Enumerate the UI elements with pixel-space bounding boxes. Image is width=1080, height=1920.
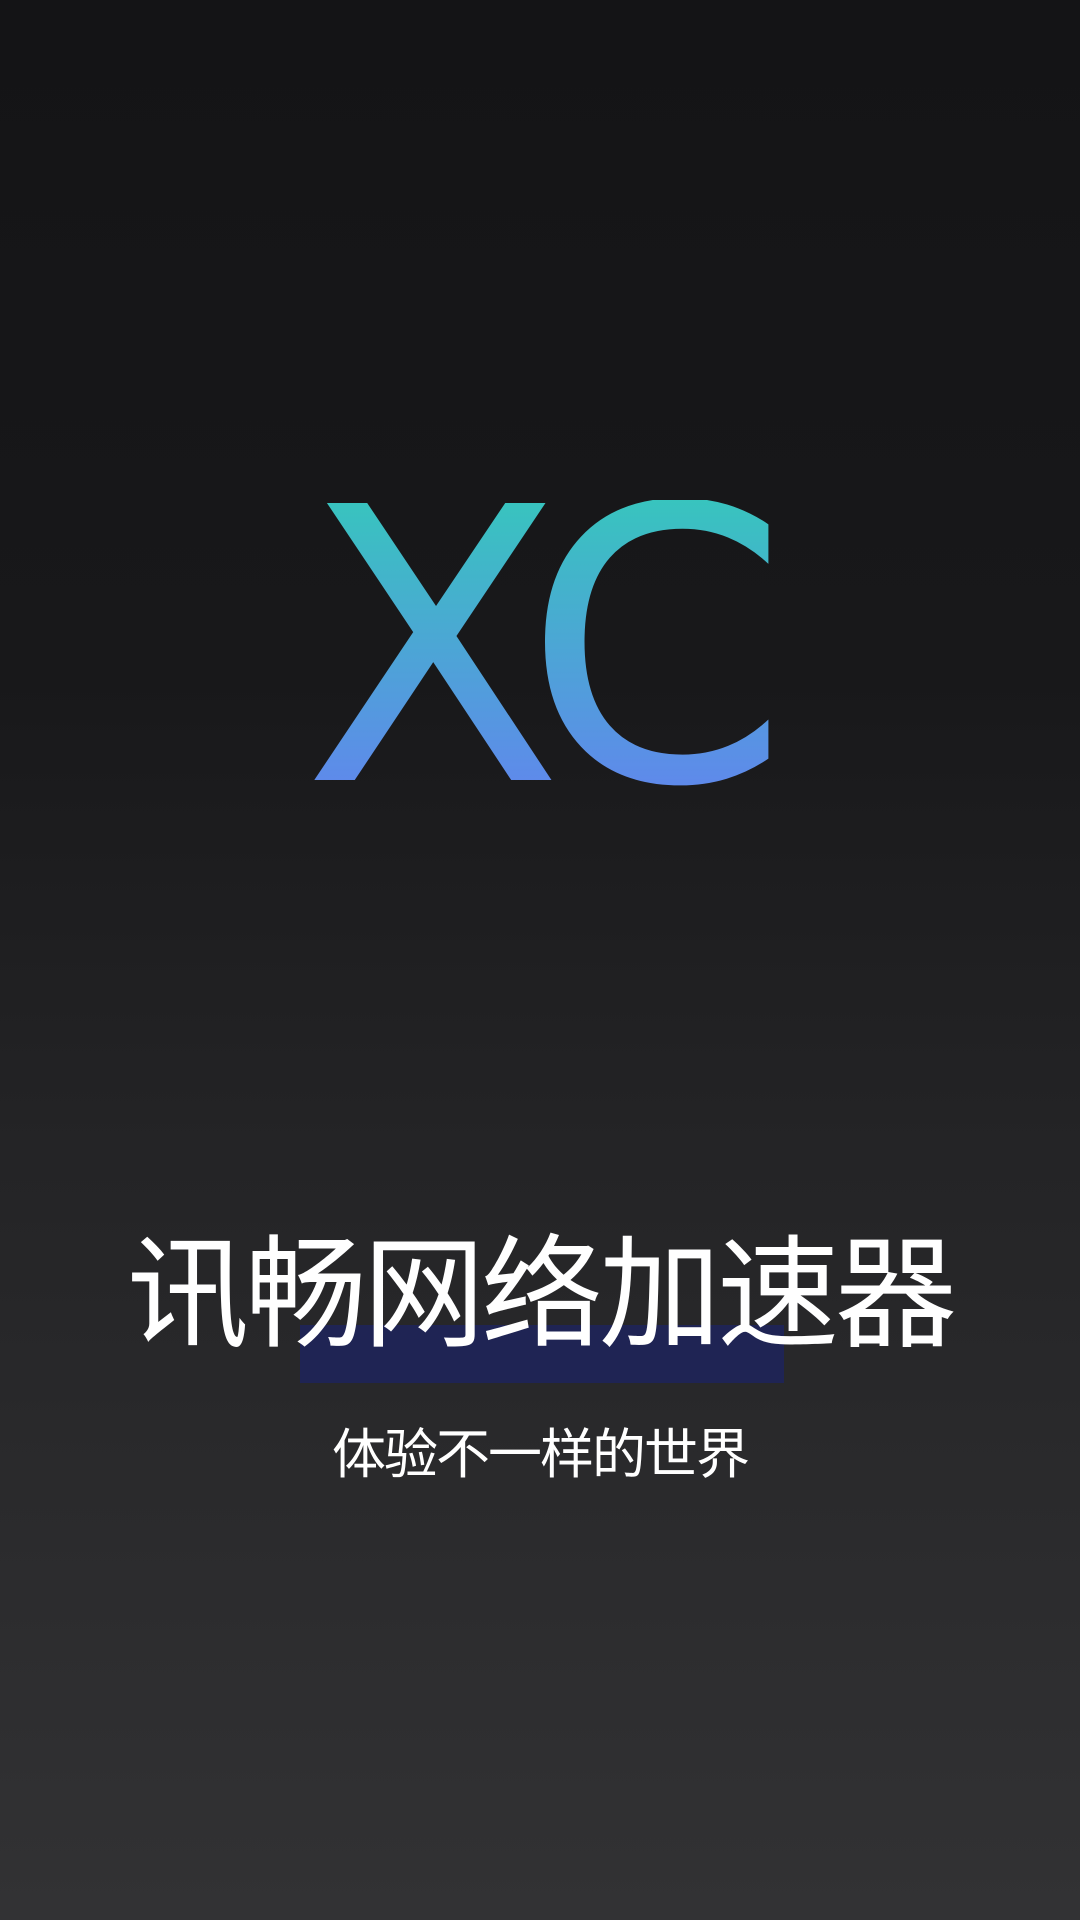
app-title: 讯畅网络加速器 xyxy=(127,1224,957,1366)
app-tagline: 体验不一样的世界 xyxy=(332,1423,750,1486)
logo-text: XC xyxy=(303,500,777,790)
splash-screen: XC 讯畅网络加速器 体验不一样的世界 xyxy=(0,0,1080,1920)
app-logo: XC xyxy=(300,500,780,790)
